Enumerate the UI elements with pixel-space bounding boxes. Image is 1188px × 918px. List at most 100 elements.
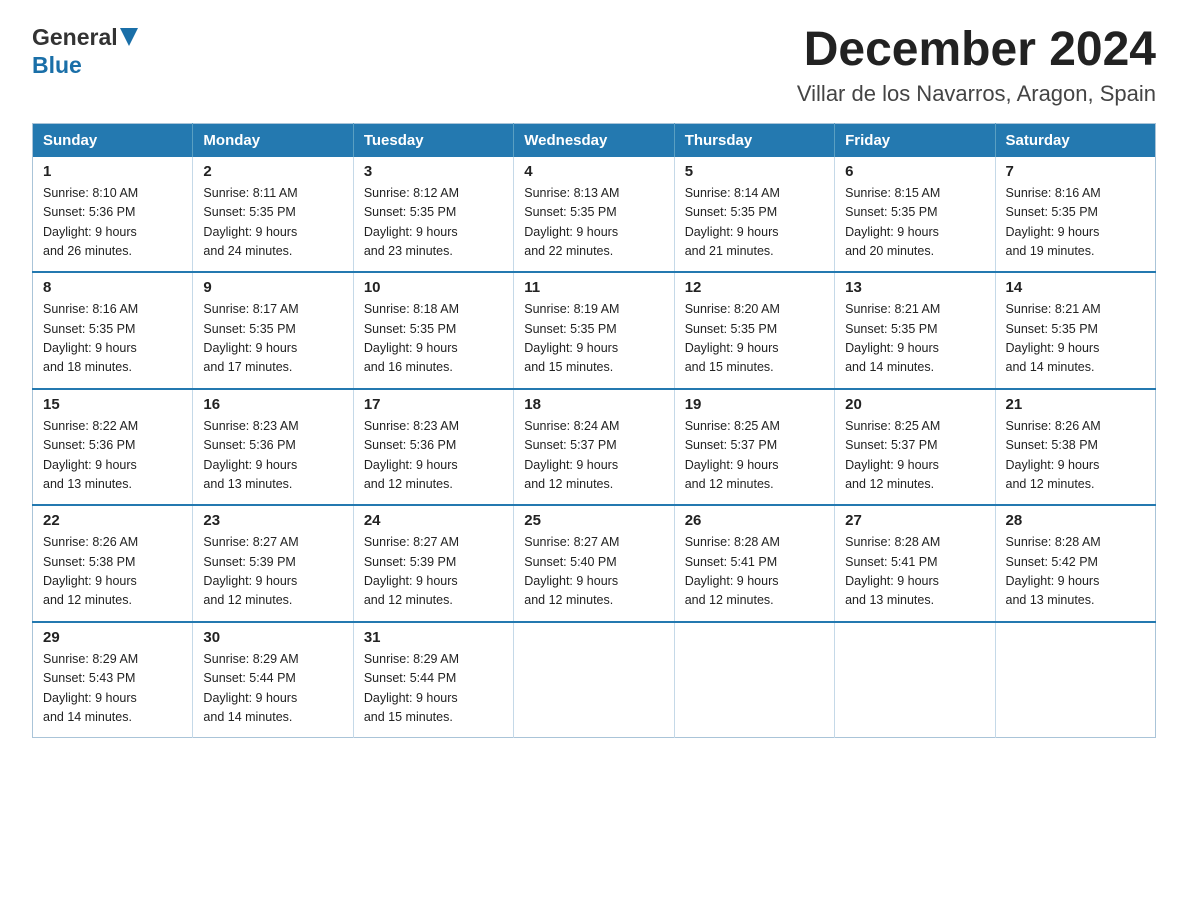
day-info: Sunrise: 8:28 AM Sunset: 5:41 PM Dayligh… <box>685 533 824 611</box>
calendar-cell: 2 Sunrise: 8:11 AM Sunset: 5:35 PM Dayli… <box>193 157 353 273</box>
day-number: 8 <box>43 279 182 296</box>
logo-wordmark: General <box>32 24 138 52</box>
calendar-cell: 6 Sunrise: 8:15 AM Sunset: 5:35 PM Dayli… <box>835 157 995 273</box>
calendar-cell: 12 Sunrise: 8:20 AM Sunset: 5:35 PM Dayl… <box>674 272 834 389</box>
calendar-cell: 7 Sunrise: 8:16 AM Sunset: 5:35 PM Dayli… <box>995 157 1155 273</box>
day-info: Sunrise: 8:12 AM Sunset: 5:35 PM Dayligh… <box>364 184 503 262</box>
day-of-week-header: Friday <box>835 123 995 157</box>
day-info: Sunrise: 8:11 AM Sunset: 5:35 PM Dayligh… <box>203 184 342 262</box>
calendar-week-row: 1 Sunrise: 8:10 AM Sunset: 5:36 PM Dayli… <box>33 157 1156 273</box>
calendar-cell: 18 Sunrise: 8:24 AM Sunset: 5:37 PM Dayl… <box>514 389 674 506</box>
day-info: Sunrise: 8:28 AM Sunset: 5:41 PM Dayligh… <box>845 533 984 611</box>
calendar-cell: 26 Sunrise: 8:28 AM Sunset: 5:41 PM Dayl… <box>674 505 834 622</box>
day-info: Sunrise: 8:14 AM Sunset: 5:35 PM Dayligh… <box>685 184 824 262</box>
day-number: 10 <box>364 279 503 296</box>
day-number: 20 <box>845 396 984 413</box>
day-number: 18 <box>524 396 663 413</box>
day-info: Sunrise: 8:29 AM Sunset: 5:43 PM Dayligh… <box>43 650 182 728</box>
day-number: 5 <box>685 163 824 180</box>
day-info: Sunrise: 8:25 AM Sunset: 5:37 PM Dayligh… <box>685 417 824 495</box>
calendar-week-row: 15 Sunrise: 8:22 AM Sunset: 5:36 PM Dayl… <box>33 389 1156 506</box>
calendar-cell: 17 Sunrise: 8:23 AM Sunset: 5:36 PM Dayl… <box>353 389 513 506</box>
calendar-cell: 21 Sunrise: 8:26 AM Sunset: 5:38 PM Dayl… <box>995 389 1155 506</box>
day-number: 17 <box>364 396 503 413</box>
day-of-week-header: Monday <box>193 123 353 157</box>
day-info: Sunrise: 8:18 AM Sunset: 5:35 PM Dayligh… <box>364 300 503 378</box>
day-info: Sunrise: 8:24 AM Sunset: 5:37 PM Dayligh… <box>524 417 663 495</box>
day-number: 22 <box>43 512 182 529</box>
day-number: 3 <box>364 163 503 180</box>
day-info: Sunrise: 8:27 AM Sunset: 5:39 PM Dayligh… <box>364 533 503 611</box>
calendar-week-row: 22 Sunrise: 8:26 AM Sunset: 5:38 PM Dayl… <box>33 505 1156 622</box>
day-number: 1 <box>43 163 182 180</box>
calendar-cell: 24 Sunrise: 8:27 AM Sunset: 5:39 PM Dayl… <box>353 505 513 622</box>
day-info: Sunrise: 8:21 AM Sunset: 5:35 PM Dayligh… <box>1006 300 1145 378</box>
day-number: 16 <box>203 396 342 413</box>
day-number: 12 <box>685 279 824 296</box>
day-info: Sunrise: 8:28 AM Sunset: 5:42 PM Dayligh… <box>1006 533 1145 611</box>
day-number: 28 <box>1006 512 1145 529</box>
day-number: 15 <box>43 396 182 413</box>
calendar-cell: 5 Sunrise: 8:14 AM Sunset: 5:35 PM Dayli… <box>674 157 834 273</box>
calendar-cell: 14 Sunrise: 8:21 AM Sunset: 5:35 PM Dayl… <box>995 272 1155 389</box>
day-info: Sunrise: 8:25 AM Sunset: 5:37 PM Dayligh… <box>845 417 984 495</box>
calendar-cell <box>674 622 834 738</box>
calendar-cell: 20 Sunrise: 8:25 AM Sunset: 5:37 PM Dayl… <box>835 389 995 506</box>
day-number: 14 <box>1006 279 1145 296</box>
day-info: Sunrise: 8:17 AM Sunset: 5:35 PM Dayligh… <box>203 300 342 378</box>
day-info: Sunrise: 8:27 AM Sunset: 5:40 PM Dayligh… <box>524 533 663 611</box>
calendar-week-row: 29 Sunrise: 8:29 AM Sunset: 5:43 PM Dayl… <box>33 622 1156 738</box>
calendar-cell: 10 Sunrise: 8:18 AM Sunset: 5:35 PM Dayl… <box>353 272 513 389</box>
day-info: Sunrise: 8:26 AM Sunset: 5:38 PM Dayligh… <box>43 533 182 611</box>
day-of-week-header: Sunday <box>33 123 193 157</box>
calendar-cell: 28 Sunrise: 8:28 AM Sunset: 5:42 PM Dayl… <box>995 505 1155 622</box>
calendar-cell <box>514 622 674 738</box>
calendar-cell <box>995 622 1155 738</box>
day-info: Sunrise: 8:29 AM Sunset: 5:44 PM Dayligh… <box>203 650 342 728</box>
day-number: 19 <box>685 396 824 413</box>
day-number: 21 <box>1006 396 1145 413</box>
day-number: 13 <box>845 279 984 296</box>
day-info: Sunrise: 8:29 AM Sunset: 5:44 PM Dayligh… <box>364 650 503 728</box>
calendar-cell: 8 Sunrise: 8:16 AM Sunset: 5:35 PM Dayli… <box>33 272 193 389</box>
title-block: December 2024 Villar de los Navarros, Ar… <box>797 24 1156 107</box>
calendar-cell: 30 Sunrise: 8:29 AM Sunset: 5:44 PM Dayl… <box>193 622 353 738</box>
day-number: 9 <box>203 279 342 296</box>
day-info: Sunrise: 8:10 AM Sunset: 5:36 PM Dayligh… <box>43 184 182 262</box>
calendar-cell: 4 Sunrise: 8:13 AM Sunset: 5:35 PM Dayli… <box>514 157 674 273</box>
calendar-cell <box>835 622 995 738</box>
day-info: Sunrise: 8:26 AM Sunset: 5:38 PM Dayligh… <box>1006 417 1145 495</box>
day-number: 26 <box>685 512 824 529</box>
day-info: Sunrise: 8:23 AM Sunset: 5:36 PM Dayligh… <box>203 417 342 495</box>
day-of-week-header: Saturday <box>995 123 1155 157</box>
day-number: 31 <box>364 629 503 646</box>
day-info: Sunrise: 8:23 AM Sunset: 5:36 PM Dayligh… <box>364 417 503 495</box>
calendar-cell: 23 Sunrise: 8:27 AM Sunset: 5:39 PM Dayl… <box>193 505 353 622</box>
logo-blue-text: Blue <box>32 52 82 79</box>
logo: General Blue <box>32 24 138 79</box>
day-number: 4 <box>524 163 663 180</box>
day-number: 27 <box>845 512 984 529</box>
day-info: Sunrise: 8:20 AM Sunset: 5:35 PM Dayligh… <box>685 300 824 378</box>
day-info: Sunrise: 8:22 AM Sunset: 5:36 PM Dayligh… <box>43 417 182 495</box>
day-number: 6 <box>845 163 984 180</box>
logo-general-text: General <box>32 24 118 52</box>
page-subtitle: Villar de los Navarros, Aragon, Spain <box>797 81 1156 107</box>
calendar-week-row: 8 Sunrise: 8:16 AM Sunset: 5:35 PM Dayli… <box>33 272 1156 389</box>
day-number: 2 <box>203 163 342 180</box>
day-number: 23 <box>203 512 342 529</box>
day-of-week-header: Wednesday <box>514 123 674 157</box>
day-info: Sunrise: 8:16 AM Sunset: 5:35 PM Dayligh… <box>1006 184 1145 262</box>
calendar-header-row: SundayMondayTuesdayWednesdayThursdayFrid… <box>33 123 1156 157</box>
day-of-week-header: Thursday <box>674 123 834 157</box>
logo-triangle-icon <box>120 28 138 46</box>
day-info: Sunrise: 8:13 AM Sunset: 5:35 PM Dayligh… <box>524 184 663 262</box>
day-number: 30 <box>203 629 342 646</box>
day-number: 24 <box>364 512 503 529</box>
day-info: Sunrise: 8:19 AM Sunset: 5:35 PM Dayligh… <box>524 300 663 378</box>
page-title: December 2024 <box>797 24 1156 77</box>
day-number: 11 <box>524 279 663 296</box>
calendar-cell: 3 Sunrise: 8:12 AM Sunset: 5:35 PM Dayli… <box>353 157 513 273</box>
calendar-cell: 25 Sunrise: 8:27 AM Sunset: 5:40 PM Dayl… <box>514 505 674 622</box>
calendar-cell: 31 Sunrise: 8:29 AM Sunset: 5:44 PM Dayl… <box>353 622 513 738</box>
